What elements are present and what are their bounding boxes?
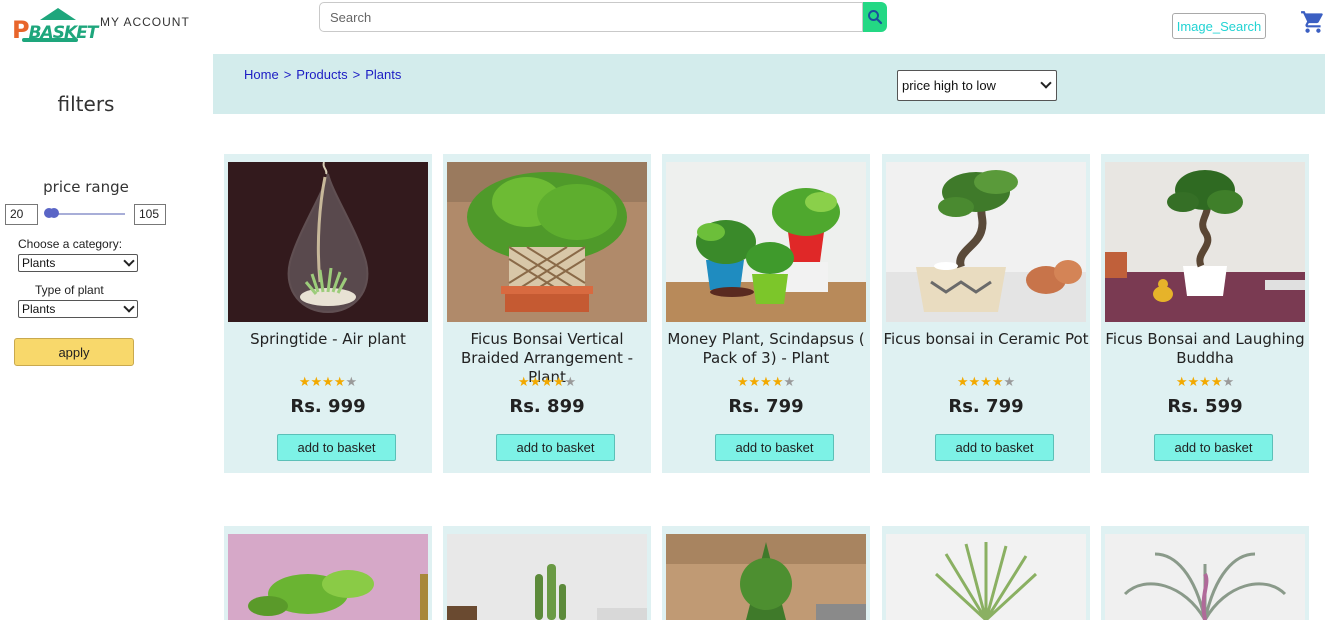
product-image[interactable] [1105, 534, 1305, 620]
product-image[interactable] [447, 162, 647, 322]
star-icon: ★ [564, 375, 577, 390]
price-max-input[interactable]: 105 [134, 204, 166, 225]
product-card[interactable]: Money Plant, Scindapsus ( Pack of 3) - P… [662, 154, 870, 473]
product-card[interactable] [443, 526, 651, 620]
star-icon: ★★★★ [736, 375, 784, 390]
product-image[interactable] [886, 162, 1086, 322]
star-icon: ★★★★ [1175, 375, 1223, 390]
product-image[interactable] [666, 162, 866, 322]
product-price: Rs. 799 [948, 396, 1024, 417]
star-icon: ★ [345, 375, 358, 390]
search-icon [868, 10, 883, 25]
star-icon: ★★★★ [956, 375, 1004, 390]
rating-stars: ★★★★★ [662, 375, 870, 390]
star-icon: ★★★★ [517, 375, 565, 390]
breadcrumb-separator: > [352, 67, 361, 82]
product-image[interactable] [447, 534, 647, 620]
filters-title: filters [57, 92, 115, 116]
product-image[interactable] [1105, 162, 1305, 322]
rating-stars: ★★★★★ [882, 375, 1090, 390]
chevron-down-icon [1040, 77, 1052, 89]
product-image[interactable] [228, 534, 428, 620]
category-select-value: Plants [22, 256, 56, 270]
sort-select[interactable]: price high to low [897, 70, 1057, 101]
product-image[interactable] [228, 162, 428, 322]
product-price: Rs. 999 [290, 396, 366, 417]
breadcrumb-home[interactable]: Home [244, 67, 279, 82]
category-select[interactable]: Plants [18, 254, 138, 272]
my-account-link[interactable]: MY ACCOUNT [100, 15, 190, 29]
image-search-button[interactable]: Image_Search [1172, 13, 1266, 39]
star-icon: ★★★★ [298, 375, 346, 390]
product-card[interactable] [224, 526, 432, 620]
price-range-label: price range [43, 178, 129, 196]
product-price: Rs. 899 [509, 396, 585, 417]
product-card[interactable]: Springtide - Air plant ★★★★★ Rs. 999 add… [224, 154, 432, 473]
rating-stars: ★★★★★ [443, 375, 651, 390]
search-input[interactable] [319, 2, 863, 32]
plant-type-select[interactable]: Plants [18, 300, 138, 318]
breadcrumb-products[interactable]: Products [296, 67, 347, 82]
logo-wave-shape [22, 38, 78, 42]
chevron-down-icon [123, 255, 135, 267]
product-price: Rs. 599 [1167, 396, 1243, 417]
logo[interactable]: PBASKET [12, 8, 98, 44]
add-to-basket-button[interactable]: add to basket [496, 434, 615, 461]
product-image[interactable] [886, 534, 1086, 620]
product-card[interactable] [1101, 526, 1309, 620]
results-topbar: Home > Products > Plants price high to l… [213, 54, 1325, 114]
breadcrumb-separator: > [283, 67, 292, 82]
product-name[interactable]: Money Plant, Scindapsus ( Pack of 3) - P… [662, 330, 870, 368]
product-name[interactable]: Ficus Bonsai and Laughing Buddha [1101, 330, 1309, 368]
apply-button[interactable]: apply [14, 338, 134, 366]
chevron-down-icon [123, 301, 135, 313]
shopping-cart-icon [1301, 11, 1323, 33]
star-icon: ★ [783, 375, 796, 390]
add-to-basket-button[interactable]: add to basket [935, 434, 1054, 461]
breadcrumb-plants[interactable]: Plants [365, 67, 401, 82]
product-card[interactable] [882, 526, 1090, 620]
plant-type-select-value: Plants [22, 302, 56, 316]
product-card[interactable] [662, 526, 870, 620]
star-icon: ★ [1222, 375, 1235, 390]
star-icon: ★ [1003, 375, 1016, 390]
rating-stars: ★★★★★ [224, 375, 432, 390]
product-name[interactable]: Springtide - Air plant [224, 330, 432, 349]
add-to-basket-button[interactable]: add to basket [715, 434, 834, 461]
add-to-basket-button[interactable]: add to basket [1154, 434, 1273, 461]
plant-type-label: Type of plant [35, 283, 104, 297]
price-min-input[interactable]: 20 [5, 204, 38, 225]
product-card[interactable]: Ficus bonsai in Ceramic Pot ★★★★★ Rs. 79… [882, 154, 1090, 473]
product-image[interactable] [666, 534, 866, 620]
cart-button[interactable] [1300, 8, 1325, 36]
breadcrumb: Home > Products > Plants [244, 67, 401, 82]
price-slider-max-handle[interactable] [49, 208, 59, 218]
product-name[interactable]: Ficus bonsai in Ceramic Pot [882, 330, 1090, 349]
product-price: Rs. 799 [728, 396, 804, 417]
product-card[interactable]: Ficus Bonsai Vertical Braided Arrangemen… [443, 154, 651, 473]
add-to-basket-button[interactable]: add to basket [277, 434, 396, 461]
sort-select-value: price high to low [902, 78, 996, 93]
category-label: Choose a category: [18, 237, 123, 251]
search-button[interactable] [863, 2, 887, 32]
rating-stars: ★★★★★ [1101, 375, 1309, 390]
search-bar [319, 2, 887, 32]
product-card[interactable]: Ficus Bonsai and Laughing Buddha ★★★★★ R… [1101, 154, 1309, 473]
